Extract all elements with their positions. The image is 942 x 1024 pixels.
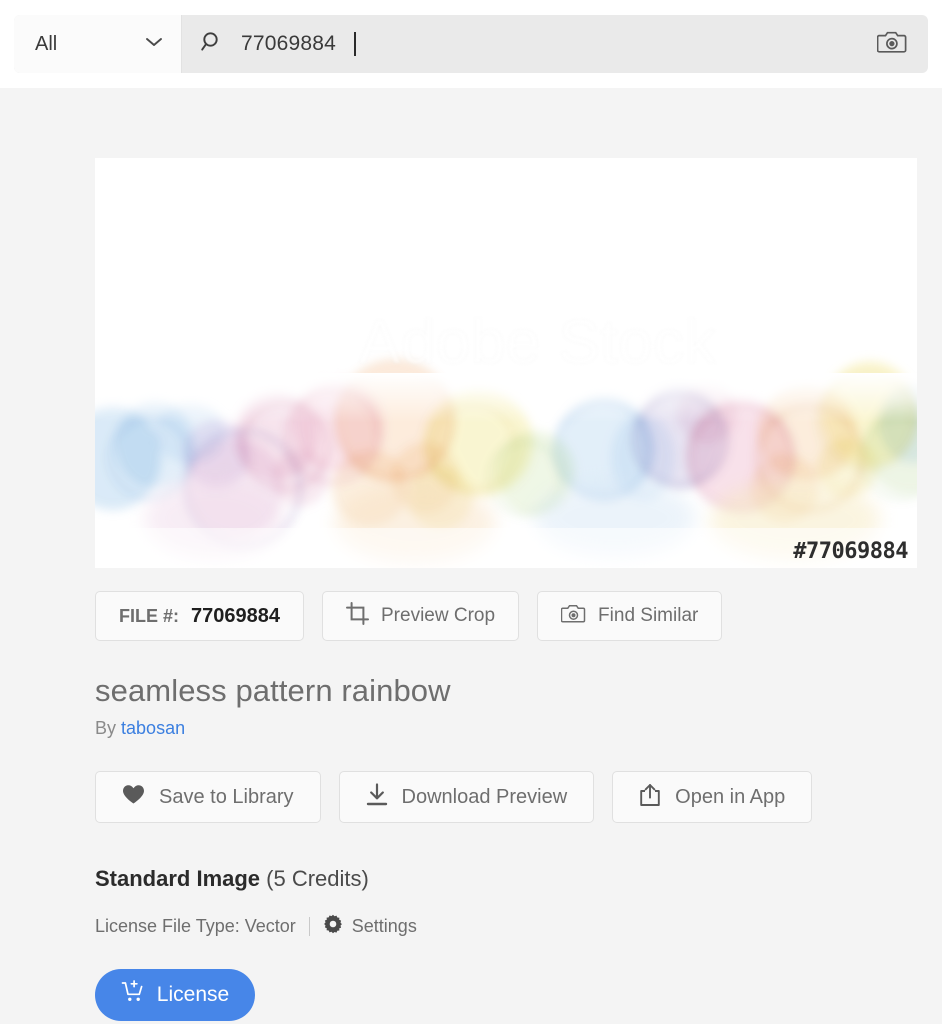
find-similar-button[interactable]: Find Similar — [537, 591, 723, 641]
camera-icon — [876, 29, 907, 60]
search-input-value: 77069884 — [241, 32, 337, 55]
asset-preview-image[interactable]: Adobe Stock #77069884 — [95, 158, 917, 568]
file-number-button[interactable]: FILE #: 77069884 — [95, 591, 304, 641]
download-icon — [366, 783, 388, 811]
preview-id-overlay: #77069884 — [793, 539, 908, 564]
preview-crop-button[interactable]: Preview Crop — [322, 591, 520, 641]
license-settings-button[interactable]: Settings — [323, 914, 417, 939]
text-caret — [354, 32, 356, 56]
download-preview-button[interactable]: Download Preview — [338, 771, 595, 823]
byline-prefix: By — [95, 718, 117, 738]
asset-detail-body: Adobe Stock #77069884 FILE #: 77069884 P… — [0, 158, 942, 1021]
find-similar-label: Find Similar — [598, 605, 699, 626]
author-link[interactable]: tabosan — [121, 718, 185, 738]
license-type: Standard Image — [95, 866, 261, 891]
save-to-library-label: Save to Library — [159, 785, 294, 808]
preview-artwork — [95, 158, 917, 568]
share-export-icon — [639, 783, 661, 812]
category-dropdown-label: All — [35, 32, 58, 55]
license-type-heading: Standard Image (5 Credits) — [95, 866, 942, 892]
save-to-library-button[interactable]: Save to Library — [95, 771, 321, 823]
preview-crop-label: Preview Crop — [381, 605, 496, 626]
open-in-app-label: Open in App — [675, 785, 786, 808]
gear-icon — [323, 914, 343, 939]
crop-icon — [346, 602, 369, 630]
license-file-type: License File Type: Vector — [95, 916, 296, 936]
divider — [308, 917, 310, 936]
file-number-label: FILE #: — [119, 605, 180, 626]
license-button[interactable]: License — [95, 969, 255, 1021]
category-dropdown[interactable]: All — [14, 15, 182, 73]
license-meta-row: License File Type: Vector Settings — [95, 914, 942, 939]
meta-button-row: FILE #: 77069884 Preview Crop Find Simil… — [95, 591, 942, 641]
asset-byline: By tabosan — [95, 718, 942, 739]
license-settings-label: Settings — [351, 916, 417, 936]
cart-plus-icon — [121, 980, 145, 1010]
search-icon — [200, 30, 224, 59]
license-credits: (5 Credits) — [266, 866, 369, 891]
camera-icon — [560, 603, 586, 629]
license-button-label: License — [156, 983, 230, 1006]
action-button-row: Save to Library Download Preview Open in… — [95, 771, 942, 823]
file-number-value: 77069884 — [191, 604, 280, 627]
heart-icon — [122, 784, 145, 810]
visual-search-button[interactable] — [856, 15, 928, 73]
search-bar: All 77069884 — [14, 15, 928, 73]
chevron-down-icon — [145, 35, 163, 53]
open-in-app-button[interactable]: Open in App — [612, 771, 813, 823]
download-preview-label: Download Preview — [401, 785, 568, 808]
asset-title: seamless pattern rainbow — [95, 673, 451, 708]
search-header: All 77069884 — [0, 0, 942, 88]
search-input[interactable]: 77069884 — [182, 15, 856, 73]
